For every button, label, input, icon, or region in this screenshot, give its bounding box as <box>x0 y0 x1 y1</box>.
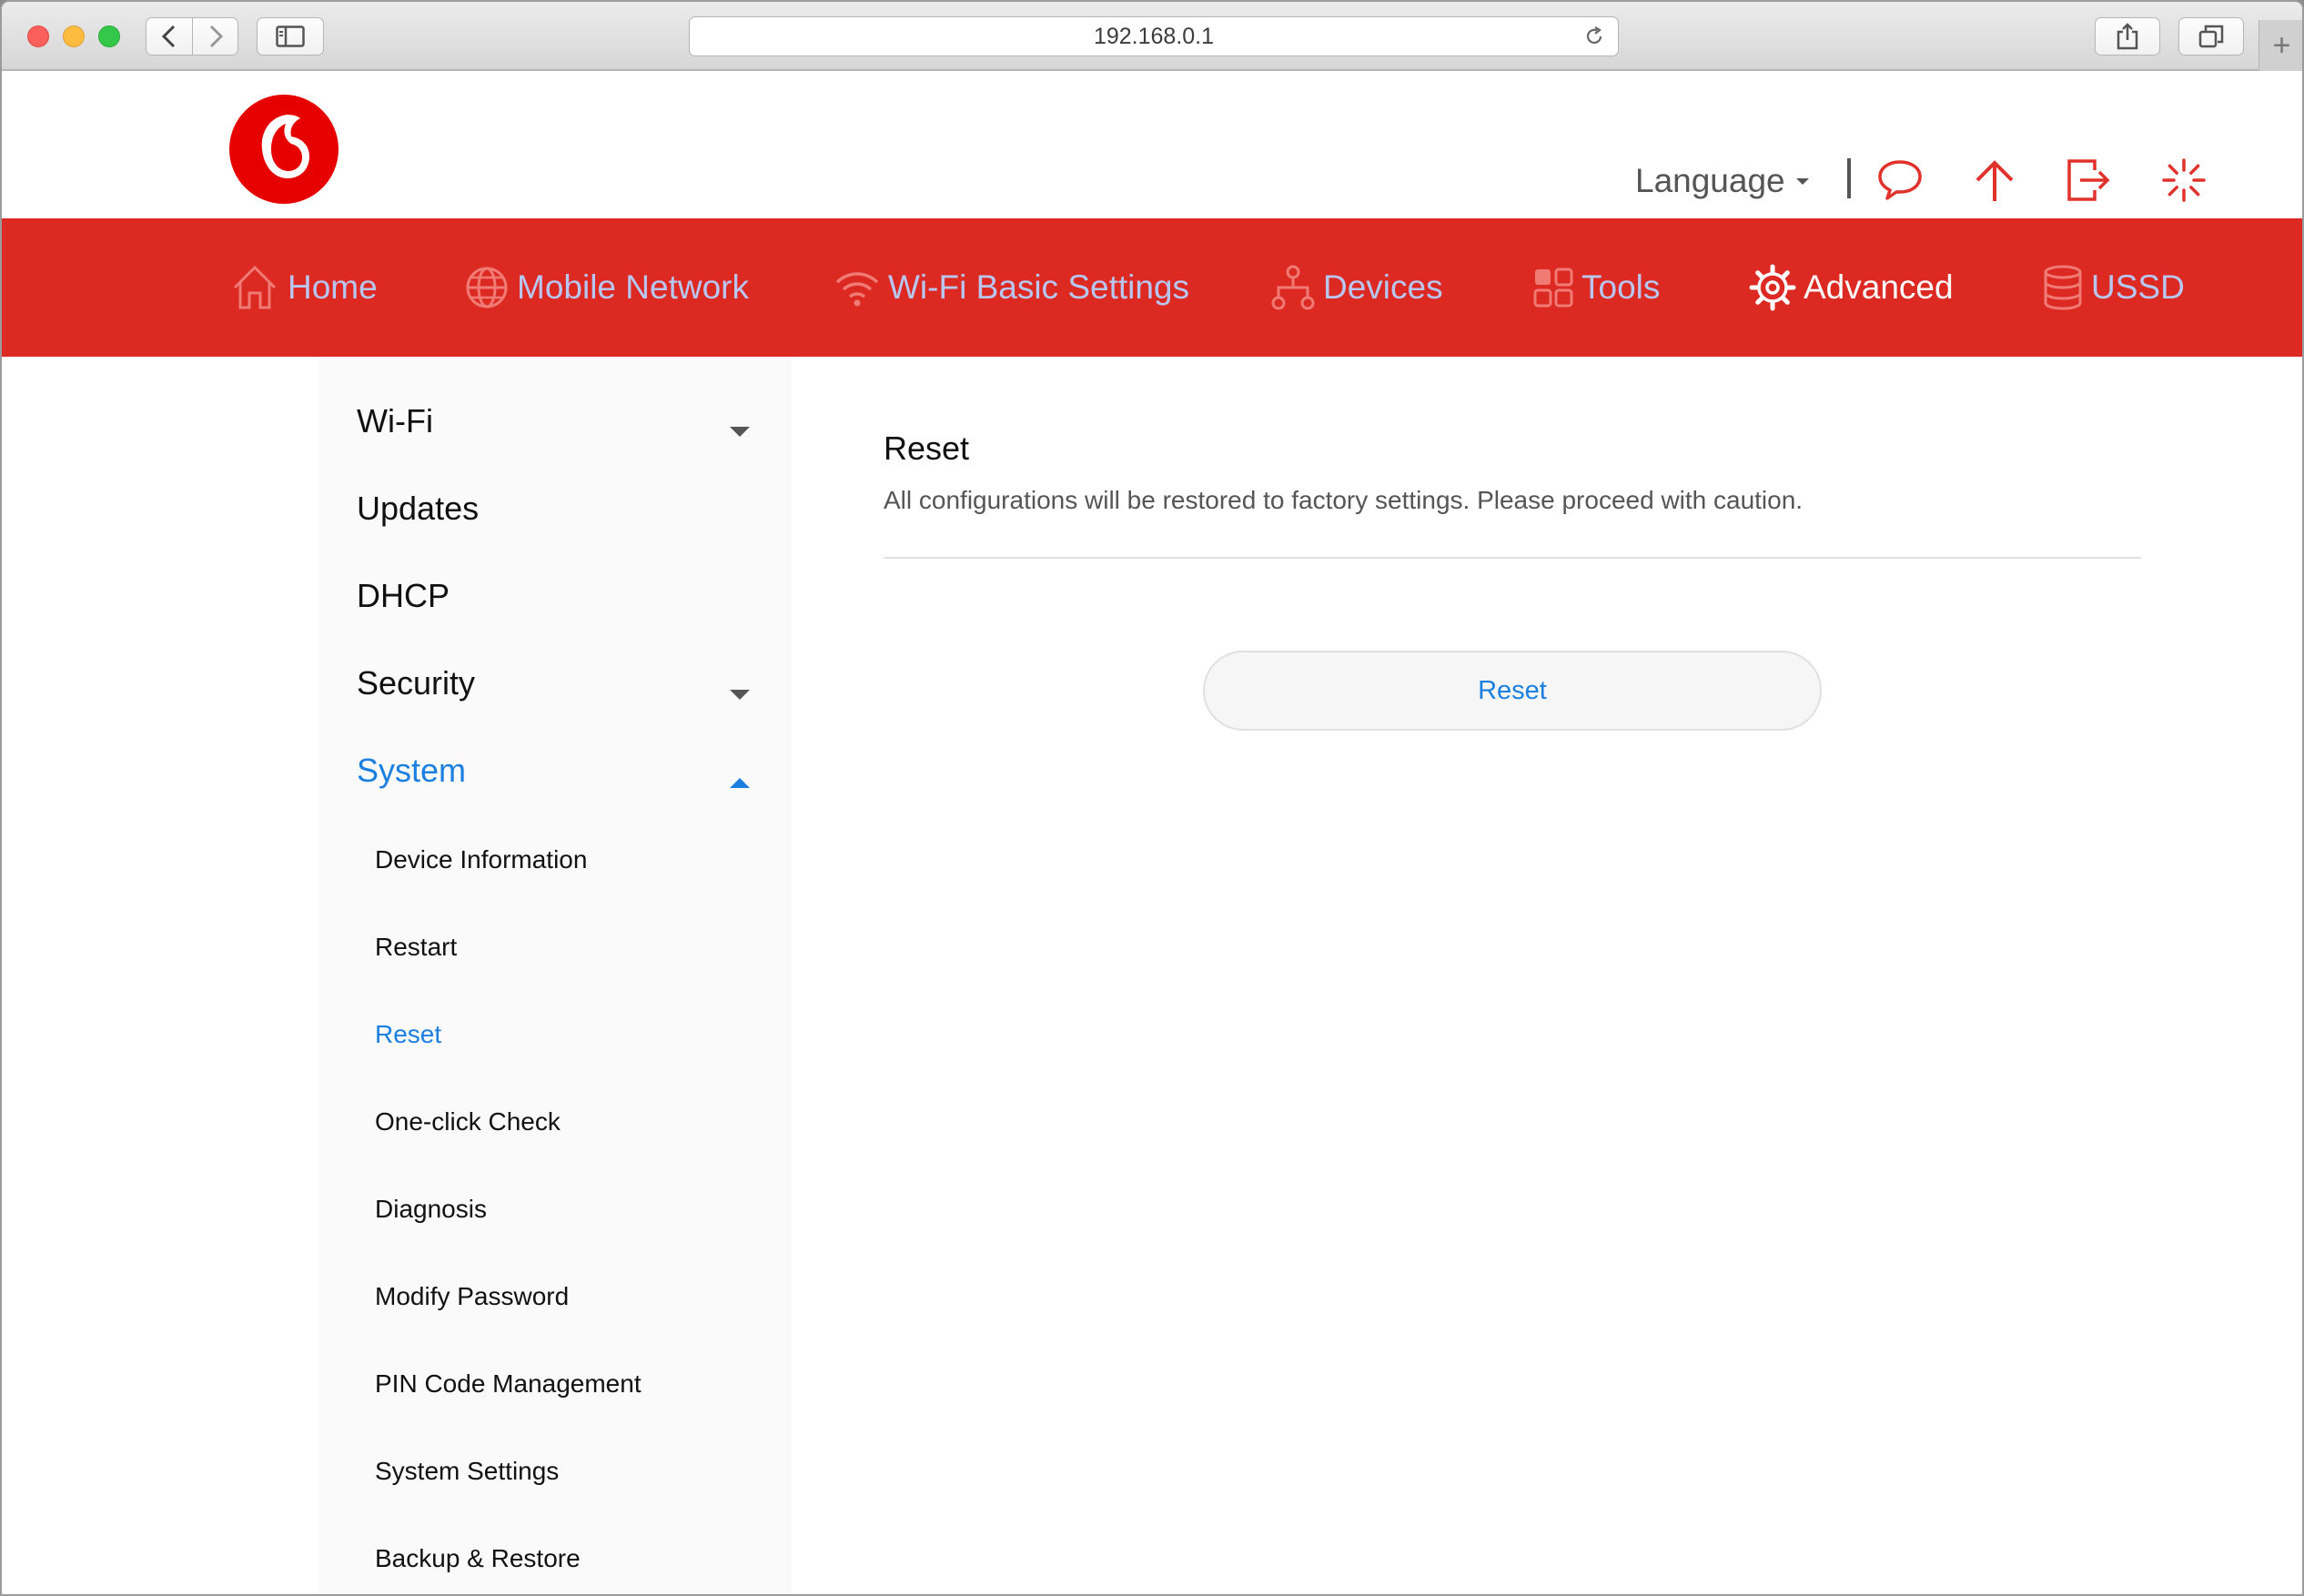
menu-updates[interactable]: Updates <box>357 490 479 528</box>
header-separator <box>1847 158 1851 198</box>
logout-icon <box>2067 159 2110 201</box>
sidebar-toggle-button[interactable] <box>257 17 324 56</box>
caret-down-icon[interactable] <box>730 427 750 437</box>
submenu-modify-password[interactable]: Modify Password <box>375 1282 569 1311</box>
reset-button[interactable]: Reset <box>1203 651 1822 731</box>
arrow-up-icon <box>1976 160 2014 201</box>
devices-icon <box>1271 265 1315 310</box>
history-nav <box>146 17 238 56</box>
submenu-pin-code-management[interactable]: PIN Code Management <box>375 1369 642 1399</box>
submenu-one-click-check[interactable]: One-click Check <box>375 1107 561 1136</box>
messages-button[interactable] <box>1875 155 1925 206</box>
nav-ussd[interactable]: USSD <box>2042 260 2185 315</box>
nav-advanced-label: Advanced <box>1804 268 1954 306</box>
logout-button[interactable] <box>2064 155 2115 206</box>
page-description: All configurations will be restored to f… <box>884 486 1804 514</box>
nav-mobile-network-label: Mobile Network <box>517 268 749 306</box>
nav-tools[interactable]: Tools <box>1532 260 1660 315</box>
sidebar-icon <box>276 25 305 47</box>
zoom-window-button[interactable] <box>98 25 120 47</box>
caret-down-icon <box>1795 177 1809 185</box>
caret-up-icon[interactable] <box>730 778 750 788</box>
gear-icon <box>1749 264 1796 311</box>
share-button[interactable] <box>2095 17 2160 56</box>
nav-tools-label: Tools <box>1581 268 1661 306</box>
globe-icon <box>466 267 508 308</box>
submenu-restart[interactable]: Restart <box>375 933 457 962</box>
browser-toolbar: 192.168.0.1 + <box>2 2 2302 71</box>
minimize-window-button[interactable] <box>63 25 85 47</box>
update-button[interactable] <box>1969 155 2020 206</box>
reload-icon[interactable] <box>1583 25 1605 47</box>
browser-window: 192.168.0.1 + Language Home Mobile Netwo… <box>0 0 2304 1596</box>
nav-home-label: Home <box>288 268 378 306</box>
menu-dhcp[interactable]: DHCP <box>357 577 450 615</box>
chat-bubble-icon <box>1878 160 1922 200</box>
nav-mobile-network[interactable]: Mobile Network <box>464 260 749 315</box>
tabs-icon <box>2198 25 2224 48</box>
main-navigation: Home Mobile Network Wi-Fi Basic Settings… <box>2 218 2302 357</box>
menu-system[interactable]: System <box>357 752 466 790</box>
page-title: Reset <box>884 429 970 467</box>
menu-wifi[interactable]: Wi-Fi <box>357 402 433 440</box>
url-text: 192.168.0.1 <box>1093 23 1215 49</box>
header-tools: Language <box>2 155 2302 209</box>
submenu-backup-restore[interactable]: Backup & Restore <box>375 1544 581 1573</box>
advanced-side-menu: Wi-Fi Updates DHCP Security System Devic… <box>318 357 792 1594</box>
chevron-right-icon <box>209 25 223 48</box>
nav-wifi-basic-settings[interactable]: Wi-Fi Basic Settings <box>834 260 1189 315</box>
reset-button-label: Reset <box>1478 675 1547 705</box>
back-button[interactable] <box>147 18 192 55</box>
language-selector[interactable]: Language <box>1635 162 1809 200</box>
caret-down-icon[interactable] <box>730 690 750 700</box>
show-tabs-button[interactable] <box>2178 17 2244 56</box>
submenu-diagnosis[interactable]: Diagnosis <box>375 1195 487 1224</box>
home-icon <box>233 265 277 309</box>
address-bar[interactable]: 192.168.0.1 <box>689 16 1619 56</box>
power-menu-button[interactable] <box>2158 155 2209 206</box>
close-window-button[interactable] <box>27 25 49 47</box>
wifi-icon <box>835 272 879 307</box>
new-tab-button[interactable]: + <box>2259 20 2302 71</box>
loading-spinner-icon <box>2162 158 2206 202</box>
menu-security[interactable]: Security <box>357 664 475 702</box>
database-icon <box>2044 265 2082 310</box>
router-web-page: Language Home Mobile Network Wi-Fi Basic… <box>2 73 2302 1594</box>
nav-wifi-basic-settings-label: Wi-Fi Basic Settings <box>888 268 1190 306</box>
nav-devices[interactable]: Devices <box>1270 260 1443 315</box>
nav-ussd-label: USSD <box>2091 268 2185 306</box>
forward-button[interactable] <box>192 18 237 55</box>
share-icon <box>2117 23 2138 50</box>
nav-home[interactable]: Home <box>229 260 378 315</box>
submenu-system-settings[interactable]: System Settings <box>375 1457 559 1486</box>
submenu-reset[interactable]: Reset <box>375 1020 441 1049</box>
submenu-device-information[interactable]: Device Information <box>375 845 587 874</box>
tools-icon <box>1533 268 1573 308</box>
section-divider <box>884 557 2141 559</box>
nav-devices-label: Devices <box>1323 268 1443 306</box>
language-label: Language <box>1635 162 1785 199</box>
nav-advanced[interactable]: Advanced <box>1749 260 1954 315</box>
chevron-left-icon <box>161 25 176 48</box>
